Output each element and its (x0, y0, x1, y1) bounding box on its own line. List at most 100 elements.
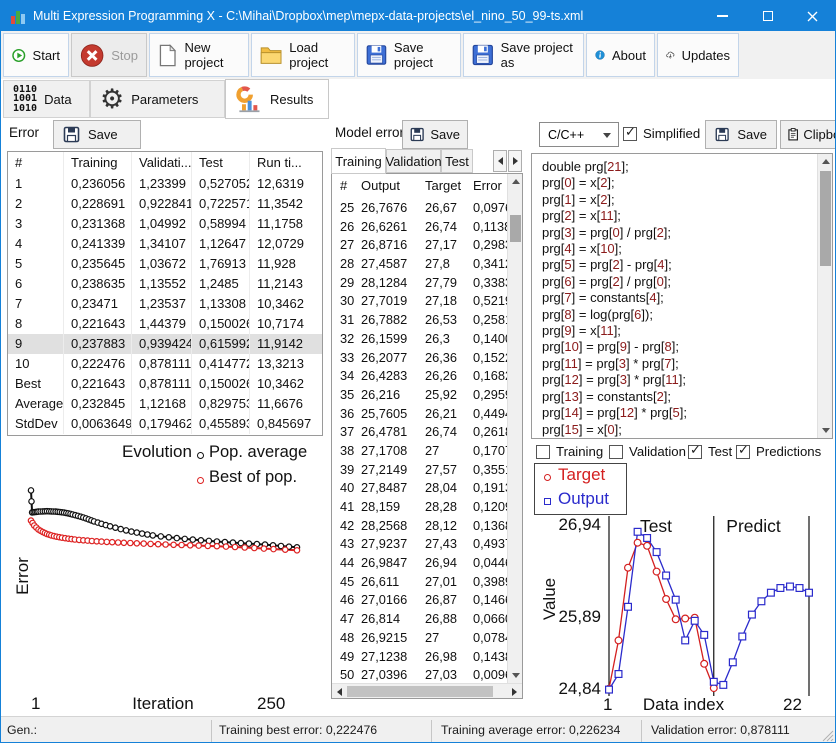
column-header[interactable]: Training (64, 152, 132, 174)
tab-model-test[interactable]: Test (441, 149, 473, 173)
vertical-scrollbar[interactable] (817, 154, 832, 438)
table-row[interactable]: 80,2216431,443790,15002610,7174 (8, 314, 322, 334)
vertical-scrollbar[interactable] (507, 174, 522, 683)
table-row[interactable]: 2928,128427,790,338365 (332, 273, 522, 292)
column-header[interactable]: Target (422, 174, 470, 198)
table-cell: 0,191323 (470, 478, 507, 497)
table-row[interactable]: 3625,760526,210,449498 (332, 404, 522, 423)
table-row[interactable]: 100,2224760,8781110,41477213,3213 (8, 354, 322, 374)
tab-scroll-left-button[interactable] (493, 150, 507, 172)
save-error-button[interactable]: Save (53, 120, 141, 149)
table-row[interactable]: 10,2360561,233990,52705212,6319 (8, 174, 322, 194)
test-plot-checkbox[interactable]: Test (688, 444, 732, 459)
predictions-plot-checkbox[interactable]: Predictions (736, 444, 821, 459)
clipboard-button[interactable]: Clipboard (780, 120, 836, 149)
column-header[interactable]: Output (358, 174, 422, 198)
save-model-errors-button[interactable]: Save (402, 120, 468, 149)
table-row[interactable]: 3526,21625,920,295984 (332, 385, 522, 404)
table-cell: 0,078470 (470, 628, 507, 647)
column-header[interactable]: # (332, 174, 358, 198)
table-row[interactable]: StdDev0,006364910,1794620,4558930,845697 (8, 414, 322, 434)
table-row[interactable]: 3326,207726,360,152287 (332, 348, 522, 367)
tab-model-training[interactable]: Training (331, 148, 386, 174)
evolution-chart-title: Evolution (122, 442, 192, 462)
table-row[interactable]: 3226,159926,30,140062 (332, 329, 522, 348)
table-row[interactable]: 2827,458727,80,341298 (332, 254, 522, 273)
scrollbar-thumb[interactable] (347, 686, 493, 697)
scroll-left-button[interactable] (332, 684, 347, 699)
table-row[interactable]: Average0,2328451,121680,82975311,6676 (8, 394, 322, 414)
table-row[interactable]: 4627,016626,870,146609 (332, 590, 522, 609)
table-row[interactable]: 2526,767626,670,097612 (332, 198, 522, 217)
table-row[interactable]: 3726,478126,740,261882 (332, 422, 522, 441)
save-code-button[interactable]: Save (705, 120, 777, 149)
table-row[interactable]: 3827,1708270,170794 (332, 441, 522, 460)
table-row[interactable]: 90,2378830,9394240,61599211,9142 (8, 334, 322, 354)
table-cell: 0,143835 (470, 647, 507, 666)
save-project-button[interactable]: Save project (357, 33, 461, 77)
table-row[interactable]: 3426,428326,260,168276 (332, 366, 522, 385)
table-row[interactable]: 4826,9215270,078470 (332, 628, 522, 647)
status-divider (641, 720, 642, 742)
scrollbar-thumb[interactable] (820, 171, 831, 266)
table-row[interactable]: 60,2386351,135521,248511,2143 (8, 274, 322, 294)
validation-plot-checkbox[interactable]: Validation (609, 444, 686, 459)
tab-scroll-right-button[interactable] (508, 150, 522, 172)
table-row[interactable]: 4128,15928,280,120951 (332, 497, 522, 516)
column-header[interactable]: # (8, 152, 64, 174)
table-row[interactable]: 70,234711,235371,1330810,3462 (8, 294, 322, 314)
table-cell: 49 (332, 647, 358, 666)
language-select[interactable]: C/C++ (539, 122, 619, 147)
about-button[interactable]: About (586, 33, 655, 77)
table-row[interactable]: 4027,848728,040,191323 (332, 478, 522, 497)
tab-results[interactable]: Results (225, 79, 329, 119)
scroll-right-button[interactable] (507, 684, 522, 699)
scroll-up-button[interactable] (508, 174, 523, 189)
table-row[interactable]: 4426,984726,940,044650 (332, 553, 522, 572)
resize-grip[interactable] (821, 729, 834, 742)
column-header[interactable]: Error (470, 174, 507, 198)
training-plot-checkbox[interactable]: Training (536, 444, 603, 459)
table-row[interactable]: 3027,701927,180,521945 (332, 291, 522, 310)
table-row[interactable]: 40,2413391,341071,1264712,0729 (8, 234, 322, 254)
stop-button[interactable]: Stop (71, 33, 147, 77)
scrollbar-thumb[interactable] (510, 215, 521, 242)
column-header[interactable]: Run ti... (250, 152, 322, 174)
table-row[interactable]: 2626,626126,740,113891 (332, 217, 522, 236)
start-button[interactable]: Start (3, 33, 69, 77)
data-point (701, 660, 708, 667)
updates-button[interactable]: Updates (657, 33, 739, 77)
tab-model-validation[interactable]: Validation (386, 149, 441, 173)
tab-parameters[interactable]: ⚙ Parameters (90, 80, 225, 118)
table-row[interactable]: 3927,214927,570,355103 (332, 460, 522, 479)
table-row[interactable]: 50,2356451,036721,7691311,928 (8, 254, 322, 274)
scroll-up-button[interactable] (818, 154, 833, 169)
scroll-down-button[interactable] (508, 668, 523, 683)
table-row[interactable]: 4526,61127,010,398998 (332, 572, 522, 591)
table-row[interactable]: 5027,039627,030,009634 (332, 665, 522, 684)
table-row[interactable]: 2726,871627,170,298384 (332, 235, 522, 254)
table-row[interactable]: Best0,2216430,8781110,15002610,3462 (8, 374, 322, 394)
minimize-button[interactable] (700, 1, 745, 31)
table-cell: 27,4587 (358, 254, 422, 273)
tab-data[interactable]: 0110 1001 1010 Data (3, 80, 90, 118)
table-row[interactable]: 20,2286910,9228410,72257111,3542 (8, 194, 322, 214)
close-button[interactable] (790, 1, 835, 31)
save-project-as-button[interactable]: Save project as (463, 33, 584, 77)
table-row[interactable]: 4927,123826,980,143835 (332, 647, 522, 666)
horizontal-scrollbar[interactable] (332, 683, 522, 698)
table-row[interactable]: 4726,81426,880,066008 (332, 609, 522, 628)
new-project-button[interactable]: New project (149, 33, 249, 77)
table-row[interactable]: 30,2313681,049920,5899411,1758 (8, 214, 322, 234)
column-header[interactable]: Test (192, 152, 250, 174)
table-row[interactable]: 4228,256828,120,136832 (332, 516, 522, 535)
simplified-checkbox[interactable]: Simplified (623, 126, 700, 141)
scroll-down-button[interactable] (818, 423, 833, 438)
table-row[interactable]: 3126,788226,530,258182 (332, 310, 522, 329)
maximize-button[interactable] (745, 1, 790, 31)
load-project-button[interactable]: Load project (251, 33, 355, 77)
title-bar[interactable]: Multi Expression Programming X - C:\Miha… (1, 1, 835, 31)
column-header[interactable]: Validati... (132, 152, 192, 174)
code-view[interactable]: double prg[21]; prg[0] = x[2]; prg[1] = … (531, 153, 833, 439)
table-row[interactable]: 4327,923727,430,493738 (332, 534, 522, 553)
